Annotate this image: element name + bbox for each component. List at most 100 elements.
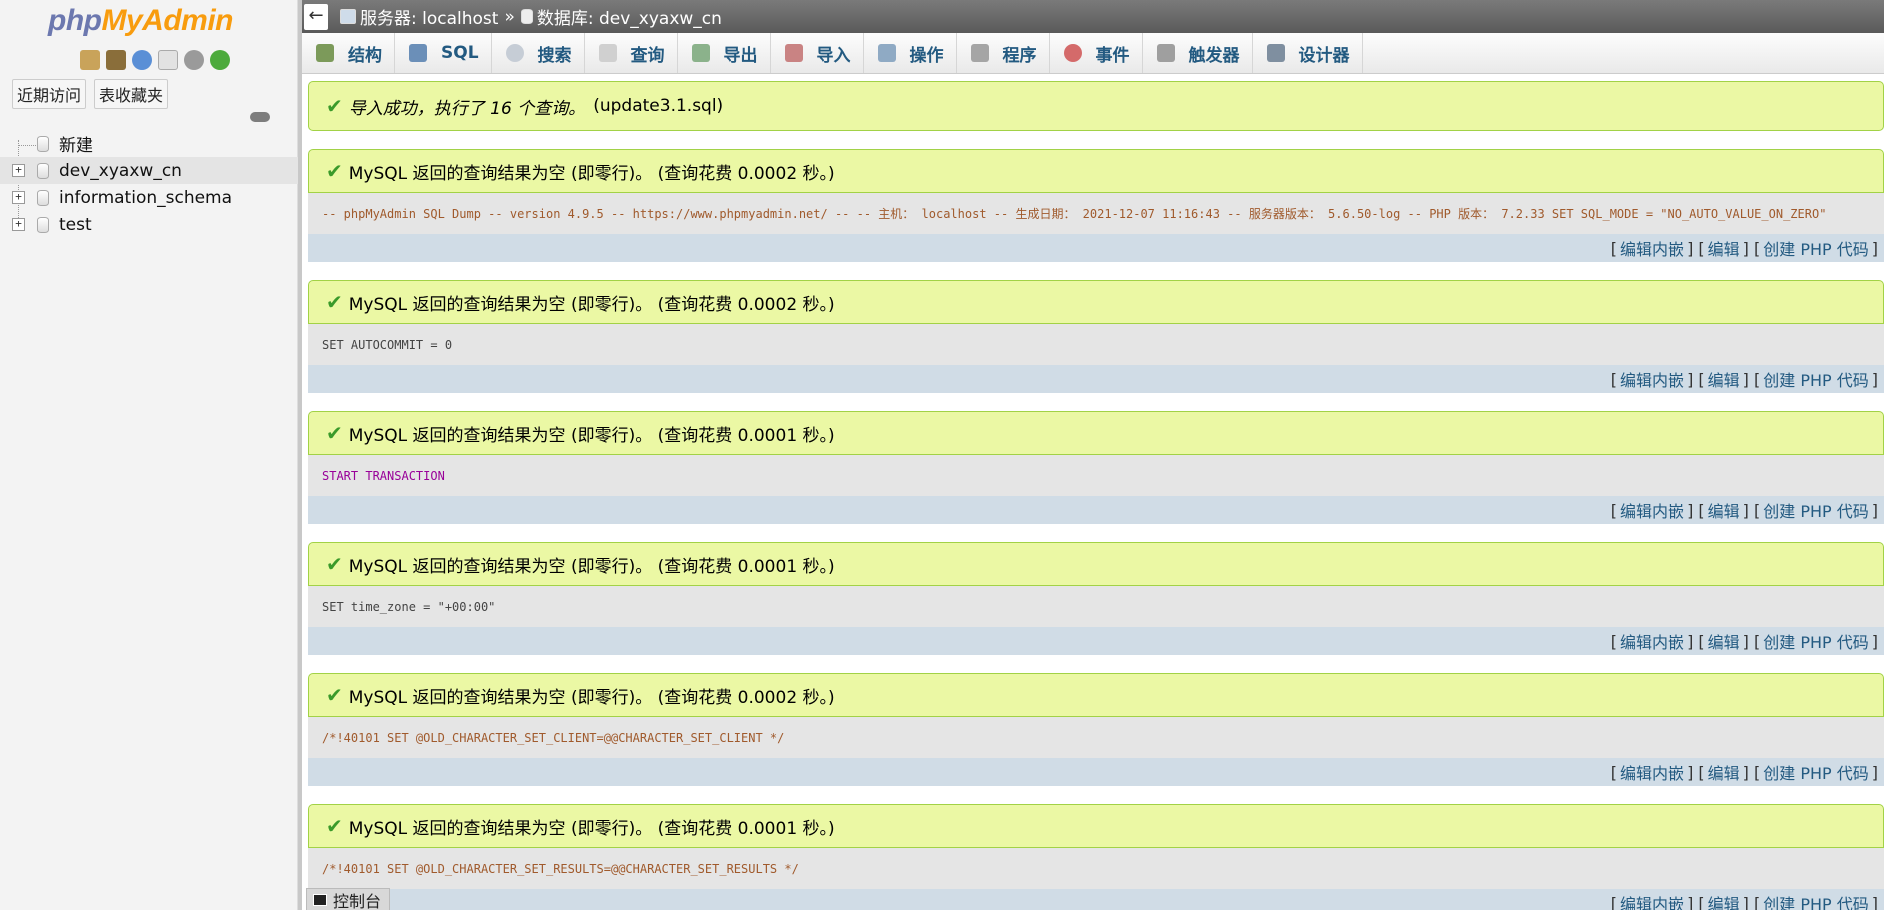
sql-query-text: SET time_zone = "+00:00" — [308, 586, 1884, 627]
breadcrumb-database-label[interactable]: 数据库: dev_xyaxw_cn — [537, 4, 722, 29]
tree-item-dev-xyaxw-cn[interactable]: + dev_xyaxw_cn — [0, 157, 298, 184]
create-php-code-link[interactable]: 创建 PHP 代码 — [1763, 367, 1869, 391]
expand-icon[interactable]: + — [12, 218, 25, 231]
breadcrumb-server[interactable]: 服务器: localhost — [340, 4, 498, 29]
edit-link[interactable]: 编辑 — [1708, 760, 1740, 784]
tab-label: SQL — [441, 43, 479, 63]
tab-label: 导出 — [723, 45, 758, 66]
tree-item-label[interactable]: 新建 — [59, 131, 93, 156]
tab-export[interactable]: 导出 — [678, 33, 771, 73]
query-success-text: MySQL 返回的查询结果为空 (即零行)。 (查询花费 0.0001 秒。) — [348, 818, 835, 839]
logo-php-text: php — [48, 4, 102, 37]
edit-inline-link[interactable]: 编辑内嵌 — [1620, 367, 1684, 391]
reload-icon[interactable] — [210, 50, 230, 70]
breadcrumb-server-label[interactable]: 服务器: localhost — [360, 4, 498, 29]
edit-inline-link[interactable]: 编辑内嵌 — [1620, 236, 1684, 260]
query-success-message: ✔ MySQL 返回的查询结果为空 (即零行)。 (查询花费 0.0001 秒。… — [308, 804, 1884, 848]
tab-label: 搜索 — [537, 45, 572, 66]
edit-inline-link[interactable]: 编辑内嵌 — [1620, 891, 1684, 910]
tab-sql[interactable]: SQL — [395, 33, 492, 73]
create-php-code-link[interactable]: 创建 PHP 代码 — [1763, 236, 1869, 260]
tab-triggers[interactable]: 触发器 — [1143, 33, 1253, 73]
sql-query-text: SET AUTOCOMMIT = 0 — [308, 324, 1884, 365]
console-toggle[interactable]: 控制台 — [306, 888, 390, 911]
tab-label: 事件 — [1095, 45, 1130, 66]
query-success-text: MySQL 返回的查询结果为空 (即零行)。 (查询花费 0.0001 秒。) — [348, 425, 835, 446]
tab-label: 导入 — [816, 45, 851, 66]
tab-events[interactable]: 事件 — [1050, 33, 1143, 73]
help-icon[interactable] — [132, 50, 152, 70]
edit-link[interactable]: 编辑 — [1708, 891, 1740, 910]
tab-query[interactable]: 查询 — [585, 33, 678, 73]
success-check-icon: ✔ — [326, 683, 343, 707]
edit-inline-link[interactable]: 编辑内嵌 — [1620, 498, 1684, 522]
query-actions: [编辑内嵌] [编辑] [创建 PHP 代码] — [308, 496, 1884, 524]
routines-icon — [970, 44, 989, 62]
home-icon[interactable] — [80, 50, 100, 70]
recent-tables-button[interactable]: 近期访问 — [12, 79, 87, 109]
query-actions: [编辑内嵌] [编辑] [创建 PHP 代码] — [308, 234, 1884, 262]
create-php-code-link[interactable]: 创建 PHP 代码 — [1763, 629, 1869, 653]
tab-designer[interactable]: 设计器 — [1253, 33, 1363, 73]
sql-icon — [409, 44, 427, 62]
collapse-navigation-button[interactable]: ← — [304, 3, 328, 30]
sql-query-text: /*!40101 SET @OLD_CHARACTER_SET_RESULTS=… — [308, 848, 1884, 889]
tab-label: 结构 — [348, 45, 382, 66]
tab-import[interactable]: 导入 — [771, 33, 864, 73]
tab-operations[interactable]: 操作 — [864, 33, 957, 73]
edit-link[interactable]: 编辑 — [1708, 236, 1740, 260]
events-icon — [1063, 44, 1082, 62]
create-php-code-link[interactable]: 创建 PHP 代码 — [1763, 891, 1869, 910]
success-check-icon: ✔ — [326, 290, 343, 314]
triggers-icon — [1156, 44, 1175, 62]
tree-item-label[interactable]: information_schema — [59, 188, 232, 208]
tree-item-information-schema[interactable]: + information_schema — [0, 184, 298, 211]
edit-link[interactable]: 编辑 — [1708, 629, 1740, 653]
breadcrumb-database[interactable]: 数据库: dev_xyaxw_cn — [520, 4, 722, 29]
panel-resize-handle[interactable] — [298, 0, 302, 910]
edit-inline-link[interactable]: 编辑内嵌 — [1620, 760, 1684, 784]
breadcrumb: ← 服务器: localhost » 数据库: dev_xyaxw_cn — [302, 0, 1884, 33]
expand-icon[interactable]: + — [12, 191, 25, 204]
query-success-message: ✔ MySQL 返回的查询结果为空 (即零行)。 (查询花费 0.0001 秒。… — [308, 411, 1884, 455]
query-result: ✔ MySQL 返回的查询结果为空 (即零行)。 (查询花费 0.0001 秒。… — [308, 411, 1884, 524]
link-with-main-panel-icon[interactable] — [250, 112, 270, 122]
designer-icon — [1266, 44, 1285, 62]
tab-label: 触发器 — [1188, 45, 1240, 66]
edit-link[interactable]: 编辑 — [1708, 498, 1740, 522]
exit-icon[interactable] — [106, 50, 126, 70]
database-icon — [37, 162, 49, 179]
database-tree: 新建 + dev_xyaxw_cn + information_schema +… — [0, 130, 298, 238]
query-success-text: MySQL 返回的查询结果为空 (即零行)。 (查询花费 0.0001 秒。) — [348, 556, 835, 577]
database-icon — [37, 216, 49, 233]
sql-text: START TRANSACTION — [322, 468, 445, 483]
query-success-message: ✔ MySQL 返回的查询结果为空 (即零行)。 (查询花费 0.0001 秒。… — [308, 542, 1884, 586]
import-success-text: 导入成功，执行了 16 个查询。 — [348, 98, 586, 119]
tab-routines[interactable]: 程序 — [957, 33, 1050, 73]
create-php-code-link[interactable]: 创建 PHP 代码 — [1763, 760, 1869, 784]
create-php-code-link[interactable]: 创建 PHP 代码 — [1763, 498, 1869, 522]
tree-item-new[interactable]: 新建 — [0, 130, 298, 157]
tab-search[interactable]: 搜索 — [492, 33, 585, 73]
tree-item-label[interactable]: test — [59, 215, 92, 235]
expand-icon[interactable]: + — [12, 164, 25, 177]
sql-text: /*!40101 SET @OLD_CHARACTER_SET_CLIENT=@… — [322, 730, 785, 745]
console-icon — [313, 893, 327, 906]
database-icon — [520, 9, 533, 24]
tree-item-test[interactable]: + test — [0, 211, 298, 238]
tab-label: 操作 — [909, 45, 944, 66]
docs-icon[interactable] — [158, 50, 178, 70]
edit-link[interactable]: 编辑 — [1708, 367, 1740, 391]
phpmyadmin-logo[interactable]: phpMyAdmin — [48, 4, 233, 38]
settings-icon[interactable] — [184, 50, 204, 70]
breadcrumb-separator: » — [504, 6, 515, 27]
tab-structure[interactable]: 结构 — [302, 33, 395, 73]
query-actions: [编辑内嵌] [编辑] [创建 PHP 代码] — [308, 627, 1884, 655]
favorite-tables-button[interactable]: 表收藏夹 — [94, 79, 169, 109]
search-icon — [505, 44, 524, 62]
query-result: ✔ MySQL 返回的查询结果为空 (即零行)。 (查询花费 0.0002 秒。… — [308, 149, 1884, 262]
import-icon — [784, 44, 803, 62]
tree-item-label[interactable]: dev_xyaxw_cn — [59, 161, 182, 181]
main-content: ✔ 导入成功，执行了 16 个查询。 (update3.1.sql) ✔ MyS… — [308, 81, 1884, 910]
edit-inline-link[interactable]: 编辑内嵌 — [1620, 629, 1684, 653]
